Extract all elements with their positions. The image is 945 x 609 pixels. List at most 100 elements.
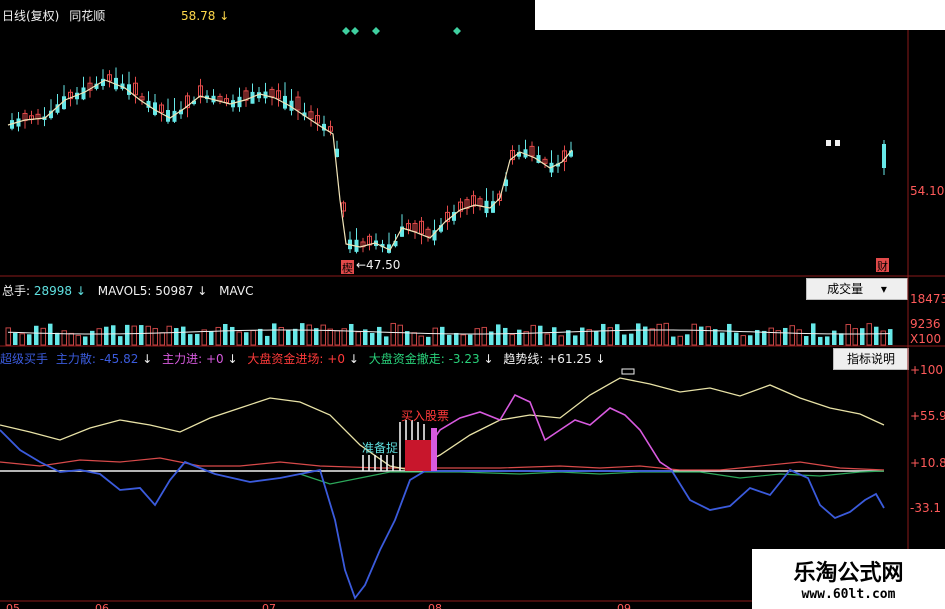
diamond-icon <box>453 27 461 35</box>
watermark: 乐淘公式网 www.60lt.com <box>752 549 945 609</box>
buy-signal-block <box>431 428 437 471</box>
volume-bar <box>432 327 438 346</box>
volume-bar <box>55 332 60 345</box>
volume-bar <box>195 333 200 345</box>
volume-bar <box>48 323 53 345</box>
volume-bar <box>426 336 431 345</box>
volume-bar <box>265 335 270 345</box>
volume-bar <box>832 330 837 345</box>
volume-bar <box>460 334 466 346</box>
price-axis-label: 54.10 <box>910 184 944 198</box>
price-ma-line <box>7 79 573 251</box>
volume-bar <box>447 334 452 345</box>
indicator-axis-33: -33.1 <box>910 501 941 515</box>
volume-bar <box>474 328 480 346</box>
volume-bar <box>622 334 627 345</box>
volume-bar <box>215 326 221 346</box>
volume-bar <box>370 332 375 345</box>
volume-bar <box>349 323 354 345</box>
volume-bar <box>705 326 711 346</box>
volume-bar <box>244 332 249 345</box>
volume-bar <box>530 324 536 346</box>
volume-bar <box>699 326 704 345</box>
volume-bar <box>580 327 585 345</box>
volume-bar <box>734 332 739 345</box>
volume-bar <box>544 333 550 346</box>
volume-bar <box>236 331 242 346</box>
time-axis-label: 08 <box>428 602 442 609</box>
diamond-icon <box>351 27 359 35</box>
main-inflow-line <box>409 393 673 471</box>
indicator-axis-100: +100 <box>910 363 943 377</box>
volume-bar <box>111 325 116 345</box>
stock-chart-svg[interactable]: 54.10 楔 ←47.50 财 18473 9236 X100 准备捉 买入股… <box>0 0 945 609</box>
volume-bar <box>888 329 893 345</box>
indicator-axis-10: +10.8 <box>910 456 945 470</box>
volume-bar <box>201 329 207 346</box>
volume-bar <box>223 323 228 345</box>
volume-bar <box>825 336 830 345</box>
diamond-icon <box>372 27 380 35</box>
volume-bar <box>384 336 389 345</box>
volume-bar <box>104 326 109 345</box>
trend-line <box>0 377 885 471</box>
volume-bar <box>5 327 11 346</box>
volume-bar <box>13 332 18 345</box>
volume-bar <box>509 334 515 346</box>
volume-bar <box>691 323 697 346</box>
volume-bar <box>390 322 396 346</box>
volume-bar <box>306 324 312 346</box>
time-axis-label: 05 <box>6 602 20 609</box>
candle-body <box>835 140 840 146</box>
volume-bar <box>852 328 858 346</box>
volume-axis-mid: 9236 <box>910 317 941 331</box>
volume-bar <box>586 329 592 346</box>
volume-bar <box>615 324 620 345</box>
volume-bar <box>594 331 599 345</box>
volume-bar <box>880 330 886 346</box>
volume-bar <box>804 336 809 345</box>
low-badge-text: 楔 <box>342 262 353 275</box>
volume-bar <box>377 326 382 345</box>
market-inflow-line <box>0 457 885 471</box>
volume-bar <box>783 327 788 345</box>
volume-bar <box>468 334 473 345</box>
volume-bar <box>90 330 95 345</box>
volume-bar <box>713 329 718 345</box>
volume-bar <box>334 330 340 346</box>
volume-bar <box>768 327 774 346</box>
volume-bar <box>272 323 277 345</box>
volume-bar <box>166 325 172 346</box>
watermark-url: www.60lt.com <box>801 587 896 602</box>
volume-bar <box>601 323 606 345</box>
volume-bar <box>125 324 130 345</box>
volume-bar <box>96 328 102 346</box>
volume-bar <box>83 336 88 345</box>
volume-bar <box>118 336 123 345</box>
watermark-name: 乐淘公式网 <box>793 560 904 586</box>
volume-bar <box>685 334 690 345</box>
candle-body <box>826 140 831 146</box>
volume-bar <box>418 335 424 346</box>
volume-bar <box>19 333 25 346</box>
time-axis-label: 07 <box>262 602 276 609</box>
volume-bar <box>811 323 816 345</box>
volume-bar <box>762 330 767 345</box>
price-extra-candles <box>826 140 886 175</box>
volume-axis-top: 18473 <box>910 292 945 306</box>
volume-bar <box>649 328 655 346</box>
volume-bar <box>796 329 802 346</box>
volume-bar <box>327 328 333 346</box>
low-price-label: ←47.50 <box>356 258 400 272</box>
volume-axis-unit: X100 <box>910 332 941 346</box>
volume-bar <box>789 325 795 346</box>
volume-bar <box>27 334 32 345</box>
volume-bar <box>355 331 361 346</box>
volume-bar <box>874 326 879 345</box>
signal-diamond-markers <box>342 27 461 35</box>
volume-bar <box>34 325 39 345</box>
volume-bar <box>663 322 669 346</box>
volume-bar <box>558 335 564 346</box>
volume-bar <box>656 323 662 346</box>
volume-bar <box>300 323 305 345</box>
